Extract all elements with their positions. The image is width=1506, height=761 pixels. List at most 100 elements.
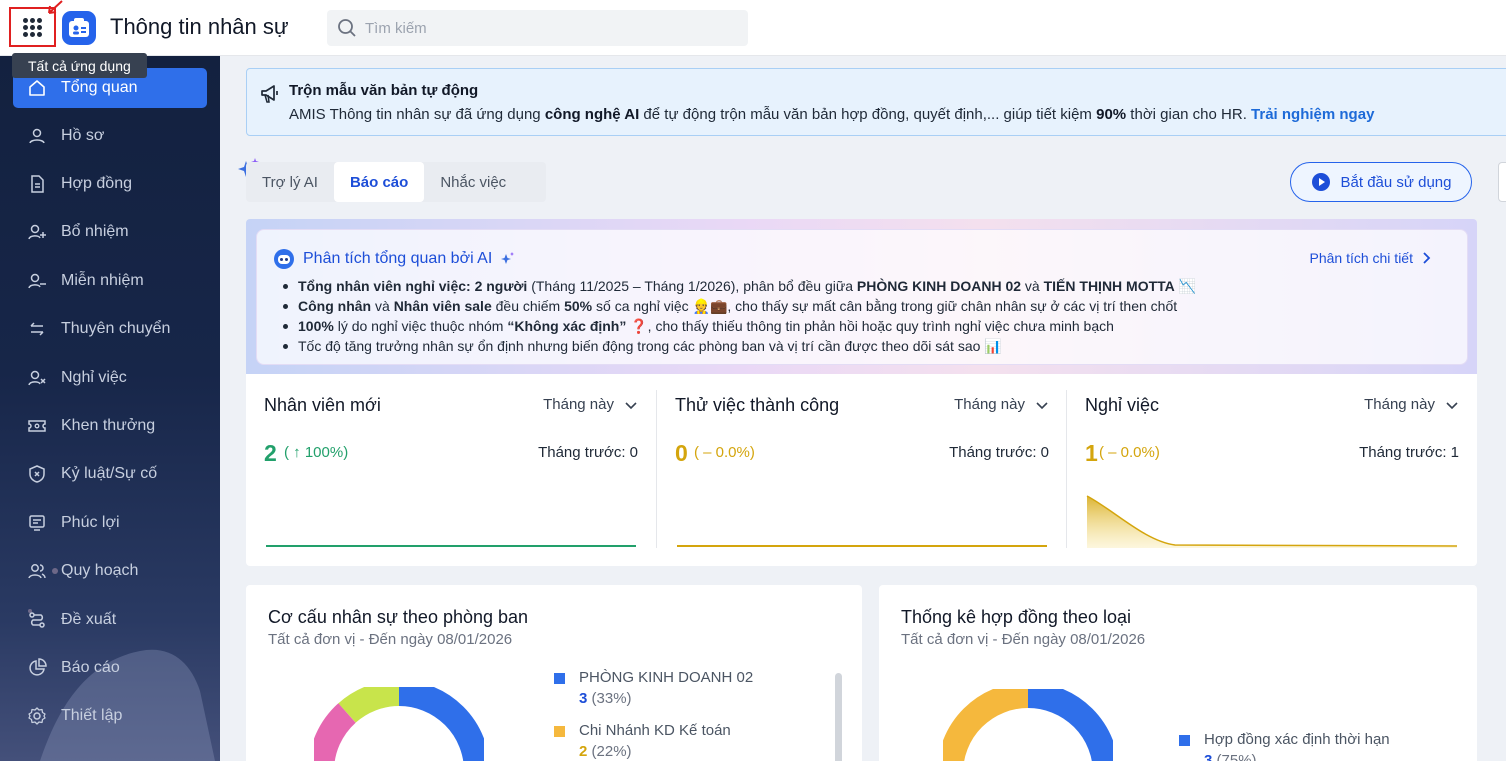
detailed-analysis-link[interactable]: Phân tích chi tiết xyxy=(1309,250,1433,266)
ticket-icon xyxy=(28,420,46,432)
sidebar-item-dismissal[interactable]: Miễn nhiệm xyxy=(13,261,207,301)
kpi-value: 1 xyxy=(1085,440,1098,466)
tab-ai-assistant[interactable]: Trợ lý AI xyxy=(246,162,334,202)
ai-analysis-card: Phân tích tổng quan bởi AI Phân tích chi… xyxy=(256,229,1468,365)
sidebar-item-profile[interactable]: Hồ sơ xyxy=(13,116,207,156)
shield-x-icon xyxy=(29,465,45,483)
period-dropdown[interactable]: Tháng này xyxy=(1364,396,1459,413)
kpi-new-employees: Nhân viên mới Tháng này 2 ( ↑ 100%) Thán… xyxy=(246,374,656,566)
contract-stats-card: Thống kê hợp đồng theo loại Tất cả đơn v… xyxy=(879,585,1477,761)
users-icon xyxy=(28,564,46,579)
user-minus-icon xyxy=(28,273,46,289)
apps-grid-icon xyxy=(23,17,42,37)
kpi-resignation: Nghỉ việc Tháng này 1 ( – 0.0%) Tháng tr… xyxy=(1067,374,1477,566)
sidebar-item-label: Thuyên chuyển xyxy=(61,320,171,337)
gear-icon xyxy=(28,707,46,725)
kpi-previous: Tháng trước: 1 xyxy=(1359,444,1459,461)
chevron-down-icon xyxy=(625,401,637,409)
sidebar-item-resignation[interactable]: Nghỉ việc xyxy=(13,358,207,398)
sidebar-item-report[interactable]: Báo cáo xyxy=(13,648,207,688)
ai-feature-banner: Trộn mẫu văn bản tự động AMIS Thông tin … xyxy=(246,68,1506,136)
search-input[interactable] xyxy=(365,19,725,37)
chevron-down-icon xyxy=(1036,401,1048,409)
ai-insight-item: Công nhân và Nhân viên sale đều chiếm 50… xyxy=(281,296,1196,316)
card-subtitle: Tất cả đơn vị - Đến ngày 08/01/2026 xyxy=(268,631,513,648)
ai-analysis-title: Phân tích tổng quan bởi AI xyxy=(303,250,493,267)
kpi-title: Nghỉ việc xyxy=(1085,395,1160,415)
legend-name: Chi Nhánh KD Kế toán xyxy=(579,722,731,739)
sidebar-item-appointment[interactable]: Bổ nhiệm xyxy=(13,212,207,252)
banner-title: Trộn mẫu văn bản tự động xyxy=(289,82,479,99)
benefit-icon xyxy=(29,515,45,531)
sparkle-small-icon xyxy=(501,252,515,264)
sidebar-item-proposal[interactable]: Đề xuất xyxy=(13,600,207,640)
sidebar-item-discipline[interactable]: Kỷ luật/Sự cố xyxy=(13,454,207,494)
kpi-value: 2 xyxy=(264,440,277,466)
period-dropdown[interactable]: Tháng này xyxy=(543,396,638,413)
kpi-value: 0 xyxy=(675,440,688,466)
period-dropdown[interactable]: Tháng này xyxy=(954,396,1049,413)
app-title: Thông tin nhân sự xyxy=(110,14,289,39)
banner-text: AMIS Thông tin nhân sự đã ứng dụng công … xyxy=(289,106,1375,123)
legend-value: 2 (22%) xyxy=(579,743,632,760)
play-circle-icon xyxy=(1311,173,1330,191)
card-subtitle: Tất cả đơn vị - Đến ngày 08/01/2026 xyxy=(901,631,1146,648)
legend-name: Hợp đồng xác định thời hạn xyxy=(1204,731,1390,748)
sidebar-item-planning[interactable]: Quy hoạch xyxy=(13,551,207,591)
contract-donut-chart xyxy=(943,689,1113,761)
department-donut-chart xyxy=(314,687,484,761)
ai-insight-item: Tốc độ tăng trưởng nhân sự ổn định nhưng… xyxy=(281,336,1196,356)
robot-icon xyxy=(274,249,294,269)
card-title: Thống kê hợp đồng theo loại xyxy=(901,607,1131,627)
legend-name: PHÒNG KINH DOANH 02 xyxy=(579,669,754,686)
sidebar-item-label: Khen thưởng xyxy=(61,417,156,434)
kpi-change: ( – 0.0%) xyxy=(694,444,755,461)
legend-swatch xyxy=(554,673,565,684)
sidebar-item-contract[interactable]: Hợp đồng xyxy=(13,164,207,204)
transfer-icon xyxy=(30,322,44,336)
kpi-change: ( ↑ 100%) xyxy=(284,444,349,461)
user-icon xyxy=(29,128,45,144)
sidebar-item-label: Thiết lập xyxy=(61,707,123,724)
sidebar-item-label: Đề xuất xyxy=(61,611,117,628)
route-icon xyxy=(29,612,45,628)
search-box[interactable] xyxy=(327,10,748,46)
kpi-title: Thử việc thành công xyxy=(675,395,840,415)
user-plus-icon xyxy=(28,224,46,240)
dashboard-tabs: Trợ lý AI Báo cáo Nhắc việc xyxy=(246,162,546,202)
legend-value: 3 (75%) xyxy=(1204,752,1257,761)
sidebar-item-label: Kỷ luật/Sự cố xyxy=(61,465,158,482)
sidebar-item-benefits[interactable]: Phúc lợi xyxy=(13,503,207,543)
kpi-sparkline xyxy=(266,545,636,547)
kpi-previous: Tháng trước: 0 xyxy=(949,444,1049,461)
legend-scrollbar[interactable] xyxy=(835,673,842,761)
sidebar-item-label: Hồ sơ xyxy=(61,127,105,144)
kpi-sparkline xyxy=(1086,495,1458,548)
sidebar-item-label: Miễn nhiệm xyxy=(61,272,144,289)
pie-chart-icon xyxy=(29,658,47,676)
partial-control[interactable] xyxy=(1498,162,1506,202)
sidebar-item-settings[interactable]: Thiết lập xyxy=(13,696,207,736)
tab-reminders[interactable]: Nhắc việc xyxy=(424,162,522,202)
kpi-probation-success: Thử việc thành công Tháng này 0 ( – 0.0%… xyxy=(657,374,1067,566)
try-now-link[interactable]: Trải nghiệm ngay xyxy=(1251,106,1374,123)
sidebar-item-label: Quy hoạch xyxy=(61,562,139,579)
start-using-label: Bắt đầu sử dụng xyxy=(1340,173,1452,191)
ai-analysis-panel: Phân tích tổng quan bởi AI Phân tích chi… xyxy=(246,219,1477,374)
sidebar-item-label: Tổng quan xyxy=(61,79,138,96)
legend-value: 3 (33%) xyxy=(579,690,632,707)
app-logo-icon xyxy=(62,11,96,45)
all-apps-tooltip: Tất cả ứng dụng xyxy=(12,53,147,78)
legend-item: Hợp đồng xác định thời hạn 3 (75%) xyxy=(1179,731,1390,761)
sidebar-item-transfer[interactable]: Thuyên chuyển xyxy=(13,309,207,349)
kpi-change: ( – 0.0%) xyxy=(1099,444,1160,461)
kpi-title: Nhân viên mới xyxy=(264,395,381,415)
home-icon xyxy=(29,80,45,96)
top-bar: Thông tin nhân sự xyxy=(0,0,1506,56)
start-using-button[interactable]: Bắt đầu sử dụng xyxy=(1290,162,1472,202)
detailed-analysis-label: Phân tích chi tiết xyxy=(1309,250,1413,266)
tab-report[interactable]: Báo cáo xyxy=(333,162,425,202)
sidebar-item-label: Bổ nhiệm xyxy=(61,223,129,240)
sidebar-item-rewards[interactable]: Khen thưởng xyxy=(13,406,207,446)
kpi-sparkline xyxy=(677,545,1047,547)
